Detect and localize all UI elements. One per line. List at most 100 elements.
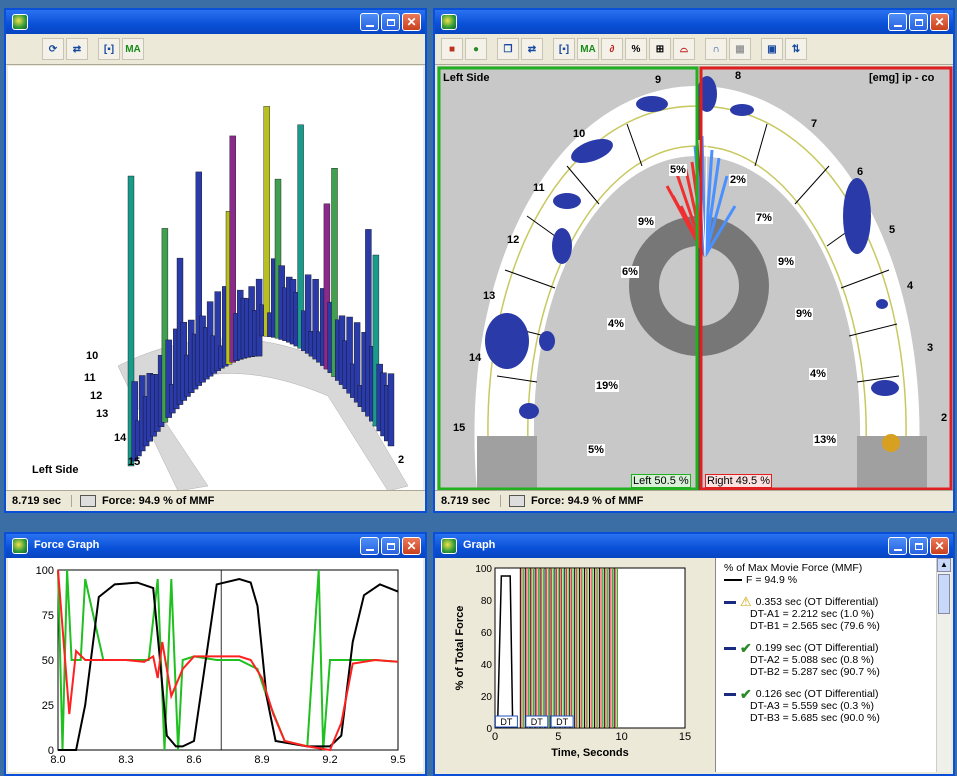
event-1-time: 0.353 sec (OT Differential) <box>755 596 879 608</box>
maximize-button[interactable] <box>909 13 928 31</box>
x-tick-label: 8.0 <box>50 754 65 766</box>
ma-button[interactable]: MA <box>122 38 144 60</box>
2d-status-time: 8.719 sec <box>435 495 501 507</box>
scroll-up-button[interactable]: ▲ <box>937 558 951 572</box>
legend-event-3[interactable]: ✔ 0.126 sec (OT Differential) DT-A3 = 5.5… <box>724 686 937 724</box>
minimize-button[interactable] <box>360 537 379 555</box>
event-2-time: 0.199 sec (OT Differential) <box>755 642 879 654</box>
outline-button[interactable]: ❐ <box>497 38 519 60</box>
pct-tooth-8: 2% <box>729 174 747 186</box>
trajectory-button[interactable]: ∂ <box>601 38 623 60</box>
legend-f-row: F = 94.9 % <box>724 574 937 586</box>
tooth-12: 12 <box>507 234 520 246</box>
app-icon <box>12 538 28 554</box>
2d-right-label: [emg] ip - co <box>869 72 935 84</box>
event-2-a: DT-A2 = 5.088 sec (0.8 %) <box>750 654 875 666</box>
close-icon: ✕ <box>934 15 945 29</box>
outline-icon: ❐ <box>503 43 513 55</box>
3d-view-area[interactable]: Left Side 10 11 12 13 14 15 2 <box>8 66 423 492</box>
pct-tooth-6: 9% <box>777 256 795 268</box>
tooth-5: 5 <box>889 224 896 236</box>
maximize-button[interactable] <box>909 537 928 555</box>
graph-titlebar[interactable]: Graph ✕ <box>435 534 953 558</box>
graph-legend: % of Max Movie Force (MMF) F = 94.9 % ⚠ 0… <box>715 558 937 772</box>
3d-tooth-15: 15 <box>128 456 141 468</box>
pct-tooth-11: 6% <box>621 266 639 278</box>
event-dash-icon <box>724 692 736 696</box>
y-tick-label: 100 <box>475 564 492 575</box>
grid-icon: ⊞ <box>655 43 665 55</box>
event-2-b: DT-B2 = 5.287 sec (90.7 %) <box>750 666 880 678</box>
magnet-icon: ∩ <box>712 43 720 55</box>
scroll-thumb[interactable] <box>938 574 950 614</box>
minimize-button[interactable] <box>360 13 379 31</box>
swap-button[interactable]: ⇄ <box>521 38 543 60</box>
window-graph: Graph ✕ 100 80 60 40 20 0 0 5 10 15% of Total For… <box>433 532 955 776</box>
force-icon <box>79 495 96 507</box>
2d-left-side-label: Left Side <box>443 72 490 84</box>
save-button[interactable]: ▣ <box>761 38 783 60</box>
maximize-button[interactable] <box>381 537 400 555</box>
graph-area[interactable]: 100 80 60 40 20 0 0 5 10 15% of Total Force Time, … <box>437 558 711 772</box>
ma-icon: MA <box>580 43 596 55</box>
maximize-icon <box>914 18 923 26</box>
maximize-icon <box>914 542 923 550</box>
legend-line-icon <box>724 579 742 581</box>
force-graph-area[interactable]: 100 75 50 25 0 8.0 8.3 8.6 8.9 9.2 9.5 <box>8 558 423 772</box>
window-2d-titlebar[interactable]: ✕ <box>435 10 953 34</box>
x-tick-label: 8.6 <box>186 754 201 766</box>
x-tick-label: 8.3 <box>118 754 133 766</box>
x-tick-label: 0 <box>492 731 498 743</box>
close-button[interactable]: ✕ <box>930 537 949 555</box>
check-icon: ✔ <box>740 686 752 702</box>
legend-header: % of Max Movie Force (MMF) <box>724 562 863 574</box>
minimize-icon <box>893 25 902 27</box>
tooth-11: 11 <box>533 182 545 194</box>
force-line-chart: 10075502508.0 8.3 8.6 8.9 9.2 9.5 <box>36 565 406 766</box>
3d-bar-plot <box>117 106 409 492</box>
2d-status-force-text: Force: 94.9 % of MMF <box>530 495 644 507</box>
legend-event-2[interactable]: ✔ 0.199 sec (OT Differential) DT-A2 = 5.0… <box>724 640 937 678</box>
window-3d-titlebar[interactable]: ✕ <box>6 10 425 34</box>
pct-tooth-5: 9% <box>795 308 813 320</box>
ma-button[interactable]: MA <box>577 38 599 60</box>
minimize-button[interactable] <box>888 537 907 555</box>
contour-button[interactable]: ● <box>465 38 487 60</box>
total-force-chart: 1008060402000 5 10 15% of Total ForceTime, … <box>454 564 691 759</box>
legend-scrollbar[interactable]: ▲ <box>936 558 951 772</box>
settings-button[interactable]: ▦ <box>729 38 751 60</box>
maximize-button[interactable] <box>381 13 400 31</box>
arch-button[interactable]: ⌓ <box>673 38 695 60</box>
frame-button[interactable]: [▪] <box>98 38 120 60</box>
arch-icon: ⌓ <box>680 43 688 55</box>
pct-tooth-9: 5% <box>669 164 687 176</box>
pct-tooth-14: 5% <box>587 444 605 456</box>
grid-button[interactable]: ⊞ <box>649 38 671 60</box>
close-button[interactable]: ✕ <box>402 13 421 31</box>
close-button[interactable]: ✕ <box>930 13 949 31</box>
x-tick-label: 9.2 <box>322 754 337 766</box>
force-graph-titlebar[interactable]: Force Graph ✕ <box>6 534 425 558</box>
dt-marker-label: DT <box>556 717 568 727</box>
minimize-button[interactable] <box>888 13 907 31</box>
percent-button[interactable]: % <box>625 38 647 60</box>
close-button[interactable]: ✕ <box>402 537 421 555</box>
2d-map-area[interactable]: Left Side [emg] ip - co 15 14 13 12 11 1… <box>437 66 953 491</box>
refresh-button[interactable]: ⟳ <box>42 38 64 60</box>
frame-button[interactable]: [▪] <box>553 38 575 60</box>
x-tick-label: 8.9 <box>254 754 269 766</box>
swap-button[interactable]: ⇄ <box>66 38 88 60</box>
color-map-button[interactable]: ■ <box>441 38 463 60</box>
minimize-icon <box>365 549 374 551</box>
event-1-b: DT-B1 = 2.565 sec (79.6 %) <box>750 620 880 632</box>
x-tick-label: 10 <box>616 731 628 743</box>
tooth-14: 14 <box>469 352 482 364</box>
sync-button[interactable]: ⇅ <box>785 38 807 60</box>
y-tick-label: 100 <box>36 565 54 577</box>
y-axis-label: % of Total Force <box>454 606 466 691</box>
maximize-icon <box>386 542 395 550</box>
check-icon: ✔ <box>740 640 752 656</box>
legend-event-1[interactable]: ⚠ 0.353 sec (OT Differential) DT-A1 = 2.2… <box>724 595 937 632</box>
refresh-icon: ⟳ <box>48 43 58 55</box>
magnet-button[interactable]: ∩ <box>705 38 727 60</box>
